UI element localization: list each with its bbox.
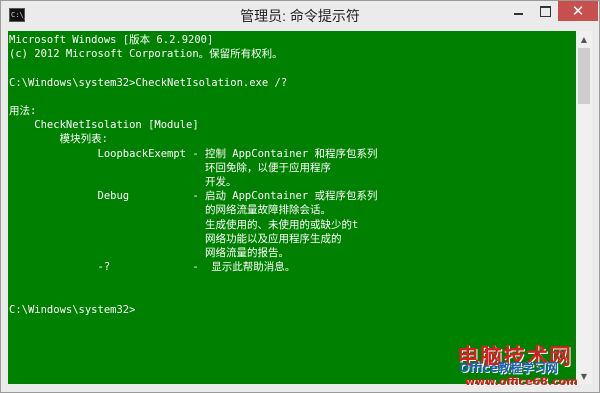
console-line: Debug - 启动 AppContainer 或程序包系列 <box>9 190 378 203</box>
title-bar[interactable]: C:\_ 管理员: 命令提示符 ✕ <box>1 1 599 31</box>
console-line: 模块列表: <box>9 133 108 146</box>
watermark-logo: 电脑技术网 Office教程学习网 www.office68.com <box>457 339 597 391</box>
watermark-subtitle: Office教程学习网 <box>459 361 558 375</box>
console-line: C:\Windows\system32>CheckNetIsolation.ex… <box>9 76 288 89</box>
console-text: Microsoft Windows [版本 6.2.9200] (c) 2012… <box>8 31 576 317</box>
console-line: 生成使用的、未使用的或缺少的t <box>9 218 359 231</box>
console-line: Microsoft Windows [版本 6.2.9200] <box>9 34 214 46</box>
maximize-button[interactable] <box>532 1 558 21</box>
close-icon: ✕ <box>571 2 585 20</box>
minimize-icon <box>513 13 523 15</box>
console-line: 环回免除，以便于应用程序 <box>9 161 331 174</box>
console-line: 网络流量的报告。 <box>9 247 289 260</box>
maximize-icon <box>539 5 551 17</box>
console-line: (c) 2012 Microsoft Corporation。保留所有权利。 <box>9 48 283 61</box>
console-line: LoopbackExempt - 控制 AppContainer 和程序包系列 <box>9 147 378 160</box>
console-line: C:\Windows\system32> <box>9 303 136 316</box>
scroll-up-arrow-icon[interactable]: ▲ <box>576 31 592 47</box>
console-line: CheckNetIsolation [Module] <box>9 119 199 132</box>
minimize-button[interactable] <box>504 1 532 21</box>
cmd-window: C:\_ 管理员: 命令提示符 ✕ Microsoft Windows [版本 … <box>0 0 600 393</box>
console-line: 的网络流量故障排除会话。 <box>9 204 331 217</box>
console-output[interactable]: Microsoft Windows [版本 6.2.9200] (c) 2012… <box>8 31 576 384</box>
console-line: 网络功能以及应用程序生成的 <box>9 232 342 245</box>
console-line: 用法: <box>9 105 37 118</box>
vertical-scrollbar[interactable]: ▲ ▼ <box>576 31 592 384</box>
console-line: 开发。 <box>9 176 237 189</box>
watermark-url: www.office68.com <box>465 375 578 388</box>
console-line: -? - 显示此帮助消息。 <box>9 261 296 274</box>
close-button[interactable]: ✕ <box>558 1 598 21</box>
scrollbar-thumb[interactable] <box>578 48 590 104</box>
